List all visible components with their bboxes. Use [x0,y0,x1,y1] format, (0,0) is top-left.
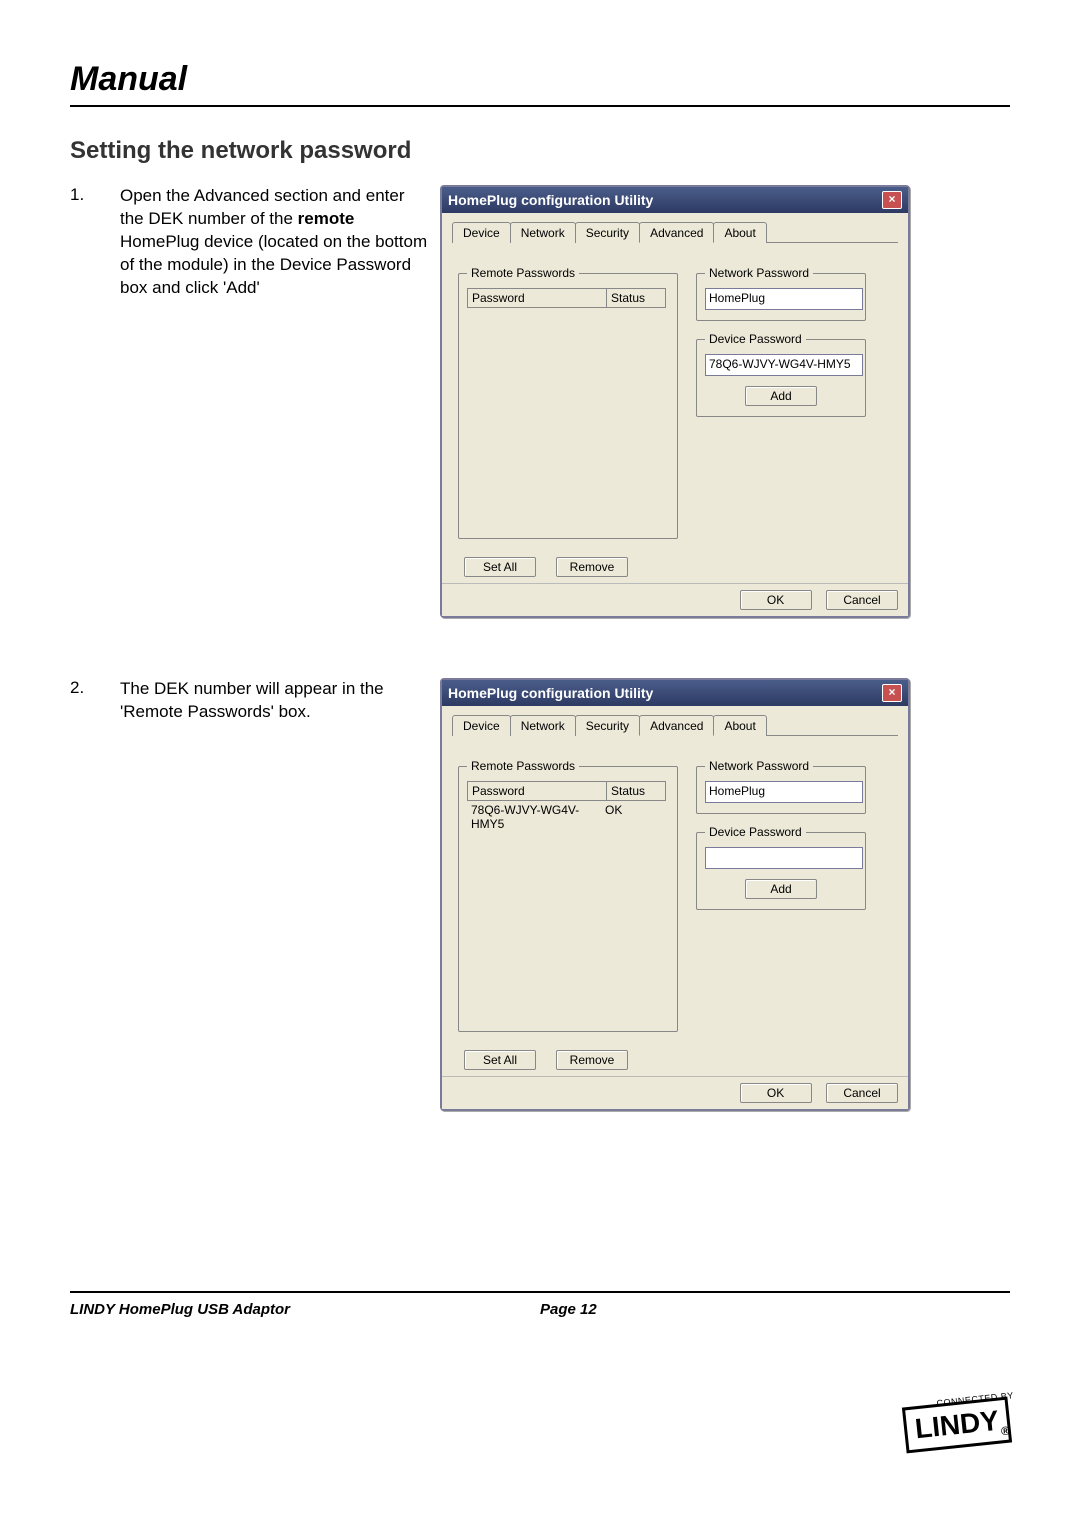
device-password-input[interactable] [705,847,863,869]
step-number: 2. [70,678,120,724]
network-password-group: Network Password HomePlug [696,766,866,814]
ok-button[interactable]: OK [740,590,812,610]
tab-network[interactable]: Network [510,222,576,243]
group-legend: Network Password [705,266,813,280]
dialog-footer: OK Cancel [442,1076,908,1109]
dialog-window: HomePlug configuration Utility × Device … [440,678,910,1111]
page-footer: LINDY HomePlug USB Adaptor Page 12 [70,1291,1010,1318]
tab-security[interactable]: Security [575,715,640,736]
network-password-input[interactable]: HomePlug [705,781,863,803]
footer-page-number: Page 12 [540,1301,1010,1318]
footer-product: LINDY HomePlug USB Adaptor [70,1301,540,1318]
column-status[interactable]: Status [606,288,666,308]
list-header: Password Status [467,288,669,308]
close-icon[interactable]: × [882,191,902,209]
step-text-fragment: HomePlug device (located on the bottom o… [120,232,427,297]
column-password[interactable]: Password [467,288,606,308]
column-status[interactable]: Status [606,781,666,801]
dialog-title: HomePlug configuration Utility [448,192,653,208]
network-password-input[interactable]: HomePlug [705,288,863,310]
dialog-titlebar: HomePlug configuration Utility × [442,680,908,706]
tab-security[interactable]: Security [575,222,640,243]
tab-device[interactable]: Device [452,715,511,736]
network-password-group: Network Password HomePlug [696,273,866,321]
group-legend: Remote Passwords [467,759,579,773]
list-item[interactable]: 78Q6-WJVY-WG4V-HMY5 OK [467,801,669,833]
row-password: 78Q6-WJVY-WG4V-HMY5 [471,803,605,831]
device-password-group: Device Password 78Q6-WJVY-WG4V-HMY5 Add [696,339,866,417]
step-text-fragment: Open the Advanced section and enter the … [120,186,404,228]
remote-passwords-group: Remote Passwords Password Status [458,273,678,539]
list-header: Password Status [467,781,669,801]
section-title: Setting the network password [70,137,1010,165]
device-password-group: Device Password Add [696,832,866,910]
tab-network[interactable]: Network [510,715,576,736]
tab-advanced[interactable]: Advanced [639,222,714,243]
close-icon[interactable]: × [882,684,902,702]
step-text: Open the Advanced section and enter the … [120,185,430,300]
br-logo-wrap: CONNECTED BY LINDY [904,1396,1010,1448]
group-legend: Device Password [705,825,806,839]
group-legend: Network Password [705,759,813,773]
cancel-button[interactable]: Cancel [826,1083,898,1103]
step-text-fragment: The DEK number will appear in the 'Remot… [120,679,384,721]
cancel-button[interactable]: Cancel [826,590,898,610]
tab-advanced[interactable]: Advanced [639,715,714,736]
remote-passwords-list[interactable] [467,308,669,498]
remote-passwords-list[interactable]: 78Q6-WJVY-WG4V-HMY5 OK [467,801,669,991]
add-button[interactable]: Add [745,386,817,406]
dialog-footer: OK Cancel [442,583,908,616]
column-password[interactable]: Password [467,781,606,801]
step-row-1: 1. Open the Advanced section and enter t… [70,185,1010,618]
device-password-input[interactable]: 78Q6-WJVY-WG4V-HMY5 [705,354,863,376]
tab-strip: Device Network Security Advanced About [452,714,898,736]
add-button[interactable]: Add [745,879,817,899]
set-all-button[interactable]: Set All [464,1050,536,1070]
step-text: The DEK number will appear in the 'Remot… [120,678,430,724]
remote-passwords-group: Remote Passwords Password Status 78Q6-WJ… [458,766,678,1032]
dialog-titlebar: HomePlug configuration Utility × [442,187,908,213]
step-text-bold: remote [298,209,355,228]
lindy-logo: LINDY [902,1397,1012,1454]
page-header: Manual [70,60,1010,107]
tab-about[interactable]: About [713,222,766,243]
step-number: 1. [70,185,120,300]
row-status: OK [605,803,655,831]
dialog-window: HomePlug configuration Utility × Device … [440,185,910,618]
step-row-2: 2. The DEK number will appear in the 'Re… [70,678,1010,1111]
group-legend: Device Password [705,332,806,346]
ok-button[interactable]: OK [740,1083,812,1103]
tab-device[interactable]: Device [452,222,511,243]
set-all-button[interactable]: Set All [464,557,536,577]
remove-button[interactable]: Remove [556,557,628,577]
tab-about[interactable]: About [713,715,766,736]
remove-button[interactable]: Remove [556,1050,628,1070]
dialog-title: HomePlug configuration Utility [448,685,653,701]
tab-strip: Device Network Security Advanced About [452,221,898,243]
group-legend: Remote Passwords [467,266,579,280]
